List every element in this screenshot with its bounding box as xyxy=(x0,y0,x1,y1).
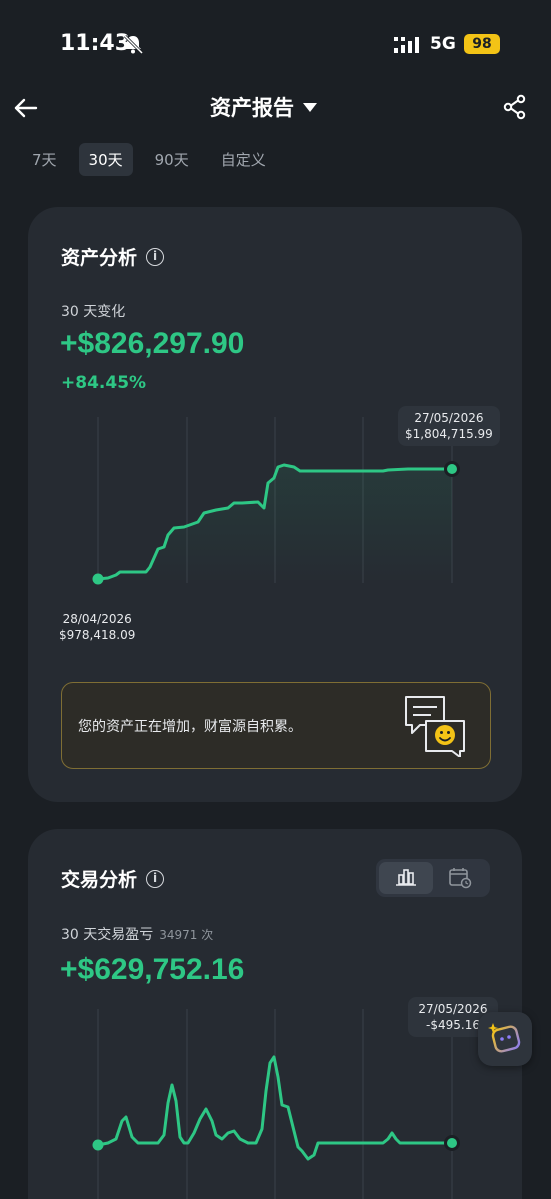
page-title: 资产报告 xyxy=(210,96,294,120)
caret-down-icon xyxy=(303,103,317,112)
trade-count: 34971 次 xyxy=(159,928,214,942)
tab-custom[interactable]: 自定义 xyxy=(211,143,276,176)
network-type: 5G xyxy=(430,34,456,54)
assistant-float-button[interactable] xyxy=(478,1012,532,1066)
calendar-toggle[interactable] xyxy=(433,862,487,894)
info-icon[interactable]: i xyxy=(146,869,165,888)
sparkle-bot-icon xyxy=(488,1023,521,1053)
asset-end-date: 27/05/2026 xyxy=(414,411,484,425)
share-icon[interactable] xyxy=(502,94,528,120)
status-bar: 11:43 5G 98 xyxy=(0,0,551,80)
change-percent: +84.45% xyxy=(61,373,147,393)
calendar-clock-icon xyxy=(449,868,472,889)
end-point xyxy=(447,1138,457,1148)
nav-bar: 资产报告 xyxy=(0,86,551,132)
pnl-value: +$629,752.16 xyxy=(60,953,245,986)
pnl-label-row: 30 天交易盈亏 34971 次 xyxy=(61,924,213,944)
signal-icon xyxy=(394,37,419,53)
change-value: +$826,297.90 xyxy=(60,327,245,360)
trade-title-row: 交易分析 i xyxy=(61,865,165,892)
start-point xyxy=(92,1139,104,1151)
asset-start-value: $978,418.09 xyxy=(59,628,136,642)
asset-title-row: 资产分析 i xyxy=(61,243,165,270)
tab-30d[interactable]: 30天 xyxy=(78,143,133,176)
status-time: 11:43 xyxy=(60,31,131,56)
tab-90d[interactable]: 90天 xyxy=(145,143,199,176)
pnl-label: 30 天交易盈亏 xyxy=(61,927,154,943)
banner-text: 您的资产正在增加，财富源自积累。 xyxy=(78,719,302,735)
back-arrow-icon[interactable] xyxy=(12,94,40,122)
asset-analysis-card: 资产分析 i 30 天变化 +$826,297.90 +84.45% 27/05… xyxy=(28,207,522,802)
asset-card-title: 资产分析 xyxy=(61,247,138,269)
bar-chart-toggle[interactable] xyxy=(379,862,433,894)
end-point xyxy=(447,464,457,474)
trade-analysis-card: 交易分析 i 30 天交易盈亏 34971 次 +$629,752.16 27/… xyxy=(28,829,522,1199)
change-label: 30 天变化 xyxy=(61,304,126,320)
range-tabs: 7天 30天 90天 自定义 xyxy=(22,143,276,176)
chat-smile-icon xyxy=(405,696,465,757)
asset-end-value: $1,804,715.99 xyxy=(405,427,493,441)
tab-7d[interactable]: 7天 xyxy=(22,143,67,176)
bell-muted-icon xyxy=(123,34,144,55)
chart-view-toggle xyxy=(376,859,490,897)
asset-start-tooltip: 28/04/2026 $978,418.09 xyxy=(59,611,135,643)
report-title-dropdown[interactable]: 资产报告 xyxy=(210,92,318,122)
insight-banner[interactable]: 您的资产正在增加，财富源自积累。 xyxy=(61,682,491,769)
bar-chart-icon xyxy=(396,869,416,886)
start-point xyxy=(92,573,104,585)
trade-card-title: 交易分析 xyxy=(61,869,138,891)
info-icon[interactable]: i xyxy=(146,247,165,266)
asset-end-tooltip: 27/05/2026 $1,804,715.99 xyxy=(398,406,500,446)
battery-level: 98 xyxy=(464,34,500,54)
asset-start-date: 28/04/2026 xyxy=(62,612,132,626)
